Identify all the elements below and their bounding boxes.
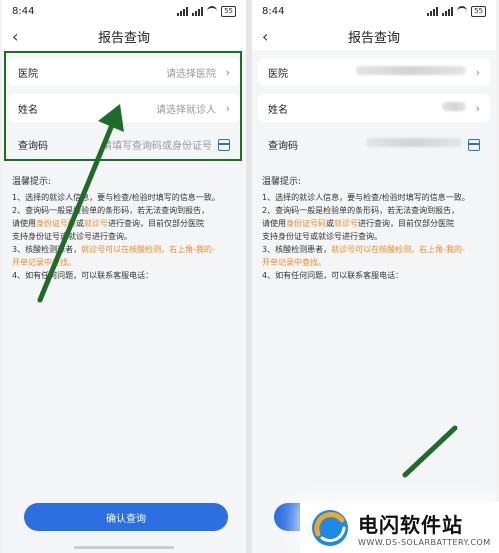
signal-icon-2 <box>442 6 454 16</box>
hospital-selector[interactable]: 医院 › <box>258 58 490 86</box>
signal-icon <box>177 6 189 16</box>
tip-highlight: 身份证号码 <box>286 219 326 228</box>
tip-highlight: 就诊号 <box>334 219 358 228</box>
tip-line-3b: 开单记录中查找。 <box>262 258 326 267</box>
status-bar: 8:44 55 <box>252 0 496 22</box>
page-title: 报告查询 <box>347 30 400 46</box>
tip-line-4: 4、如有任何问题，可以联系客服电话： <box>12 271 154 280</box>
tip-line-2b: 请使用身份证号码或就诊号进行查询，目前仅部分医院 <box>12 217 236 230</box>
page-title: 报告查询 <box>97 30 150 46</box>
tip-line-2a: 2、查询码一般是检验单的条形码，若无法查询到报告， <box>12 206 210 215</box>
name-label: 姓名 <box>268 104 288 116</box>
battery-icon: 55 <box>471 5 486 17</box>
query-code-field[interactable]: 查询码 <box>258 130 490 158</box>
tips-title: 温馨提示: <box>12 177 52 187</box>
query-label: 查询码 <box>268 140 298 152</box>
signal-icon-2 <box>192 6 204 16</box>
tip-highlight: 身份证号码 <box>36 219 76 228</box>
tip-line-2c: 支持身份证号或就诊号进行查询。 <box>12 232 132 241</box>
wifi-icon <box>207 6 218 16</box>
site-watermark: 电闪软件站 WWW.DS-SOLARBATTERY.COM <box>300 502 499 553</box>
hospital-label: 医院 <box>268 68 288 80</box>
tip-line-1: 1、选择的就诊人信息，要与检查/检验时填写的信息一致。 <box>12 193 220 202</box>
hospital-selector[interactable]: 医院 请选择医院 › <box>8 58 240 86</box>
tip-line-4: 4、如有任何问题，可以联系客服电话： <box>262 271 404 280</box>
tip-line-3: 3、核酸检测患者，就诊号可以在核酸检测，右上角-我的- <box>262 243 486 256</box>
right-screen: 8:44 55 ‹ 报告查询 医院 › 姓名 › 查询码 温馨提示: 1、选择的… <box>252 0 496 553</box>
navbar: ‹ 报告查询 <box>2 22 246 50</box>
tips-title: 温馨提示: <box>262 177 302 187</box>
query-form: 医院 请选择医院 › 姓名 请选择就诊人 › 查询码 请填写查询码或身份证号 <box>2 50 246 158</box>
confirm-query-button[interactable]: 确认查询 <box>24 503 228 531</box>
tip-highlight: 就诊号可以在核酸检测，右上角-我的- <box>331 245 465 254</box>
query-label: 查询码 <box>18 140 48 152</box>
lightning-logo-icon <box>312 509 348 546</box>
status-time: 8:44 <box>12 5 35 17</box>
patient-selector[interactable]: 姓名 › <box>258 94 490 122</box>
hospital-value-blurred <box>338 66 466 78</box>
tip-highlight: 就诊号可以在核酸检测，右上角-我的- <box>81 245 215 254</box>
tip-text: 进行查询，目前仅部分医院 <box>358 219 454 228</box>
hospital-placeholder: 请选择医院 <box>166 68 216 80</box>
watermark-title: 电闪软件站 <box>358 512 463 537</box>
scan-icon[interactable] <box>218 139 230 151</box>
status-icons: 55 <box>177 5 236 17</box>
tip-text: 3、核酸检测患者， <box>262 245 332 254</box>
tips-section: 温馨提示: 1、选择的就诊人信息，要与检查/检验时填写的信息一致。 2、查询码一… <box>252 166 496 282</box>
wifi-icon <box>457 6 468 16</box>
watermark-url: WWW.DS-SOLARBATTERY.COM <box>358 537 491 547</box>
name-placeholder: 请选择就诊人 <box>156 104 216 116</box>
tip-text: 请使用 <box>262 219 286 228</box>
query-code-field[interactable]: 查询码 请填写查询码或身份证号 <box>8 130 240 158</box>
tip-line-1: 1、选择的就诊人信息，要与检查/检验时填写的信息一致。 <box>262 193 470 202</box>
home-indicator <box>74 546 174 549</box>
back-chevron-icon[interactable]: ‹ <box>262 27 268 46</box>
status-icons: 55 <box>427 5 486 17</box>
name-value-blurred <box>338 102 466 114</box>
name-label: 姓名 <box>18 104 38 116</box>
signal-icon <box>427 6 439 16</box>
chevron-right-icon: › <box>475 101 480 115</box>
hospital-label: 医院 <box>18 68 38 80</box>
watermark-text: 电闪软件站 WWW.DS-SOLARBATTERY.COM <box>358 509 491 547</box>
tip-line-2a: 2、查询码一般是检验单的条形码，若无法查询到报告， <box>262 206 460 215</box>
scan-icon[interactable] <box>468 139 480 151</box>
tip-highlight: 就诊号 <box>84 219 108 228</box>
chevron-right-icon: › <box>225 65 230 79</box>
status-time: 8:44 <box>262 5 285 17</box>
tip-text: 请使用 <box>12 219 36 228</box>
tip-line-3: 3、核酸检测患者，就诊号可以在核酸检测，右上角-我的- <box>12 243 236 256</box>
left-screen: 8:44 55 ‹ 报告查询 医院 请选择医院 › 姓名 请选择就诊人 › 查询… <box>2 0 246 553</box>
tip-line-3b: 开单记录中查找。 <box>12 258 76 267</box>
tip-text: 3、核酸检测患者， <box>12 245 82 254</box>
query-form: 医院 › 姓名 › 查询码 <box>252 50 496 158</box>
back-chevron-icon[interactable]: ‹ <box>12 27 18 46</box>
tips-section: 温馨提示: 1、选择的就诊人信息，要与检查/检验时填写的信息一致。 2、查询码一… <box>2 166 246 282</box>
chevron-right-icon: › <box>225 101 230 115</box>
tip-text: 进行查询，目前仅部分医院 <box>108 219 204 228</box>
chevron-right-icon: › <box>475 65 480 79</box>
query-value-blurred[interactable] <box>338 138 462 150</box>
tip-line-2c: 支持身份证号或就诊号进行查询。 <box>262 232 382 241</box>
status-bar: 8:44 55 <box>2 0 246 22</box>
battery-icon: 55 <box>221 5 236 17</box>
tip-line-2b: 请使用身份证号码或就诊号进行查询，目前仅部分医院 <box>262 217 486 230</box>
navbar: ‹ 报告查询 <box>252 22 496 50</box>
tip-text: 或 <box>76 219 84 228</box>
patient-selector[interactable]: 姓名 请选择就诊人 › <box>8 94 240 122</box>
query-input[interactable]: 请填写查询码或身份证号 <box>88 137 212 152</box>
tip-text: 或 <box>326 219 334 228</box>
